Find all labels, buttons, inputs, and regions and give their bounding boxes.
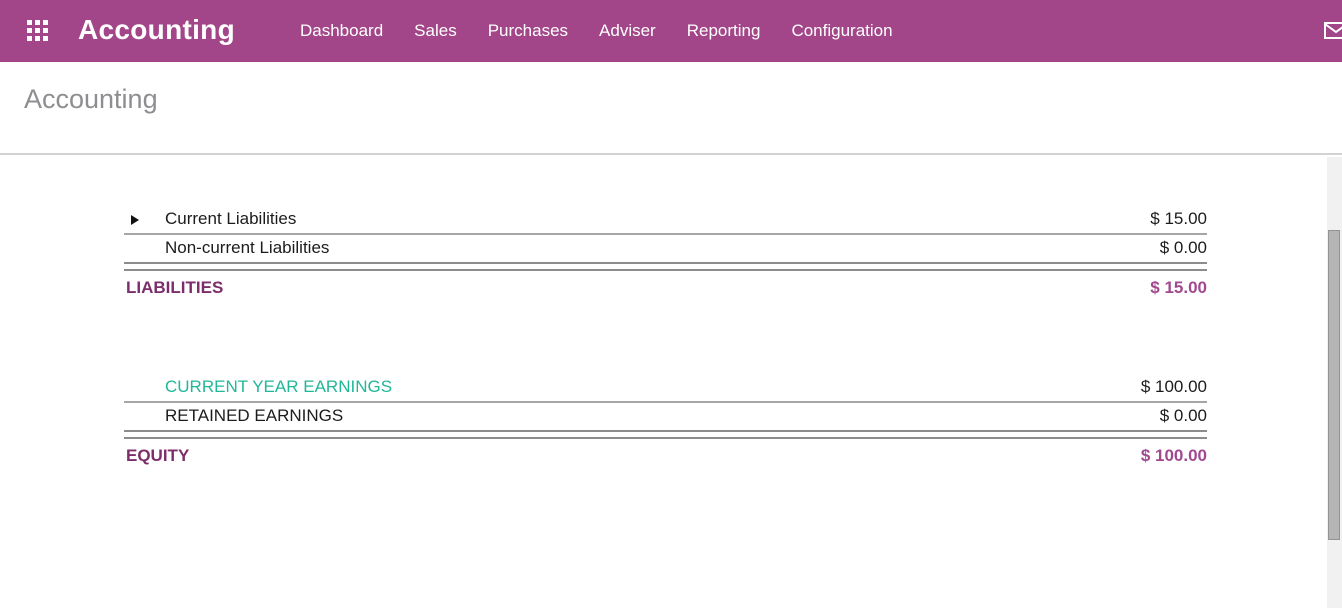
report-content: Current Liabilities $ 15.00 Non-current … bbox=[0, 155, 1342, 608]
report-row-liabilities-total: LIABILITIES $ 15.00 bbox=[124, 271, 1207, 302]
report-section-equity: CURRENT YEAR EARNINGS $ 100.00 RETAINED … bbox=[124, 374, 1207, 470]
apps-grid-icon[interactable] bbox=[27, 20, 50, 43]
double-rule-divider bbox=[124, 430, 1207, 439]
report-row-current-year-earnings: CURRENT YEAR EARNINGS $ 100.00 bbox=[124, 374, 1207, 403]
expand-caret-icon[interactable] bbox=[131, 215, 139, 225]
account-line-label: CURRENT YEAR EARNINGS bbox=[124, 377, 392, 397]
vertical-scrollbar-thumb[interactable] bbox=[1328, 230, 1340, 540]
nav-item-reporting[interactable]: Reporting bbox=[687, 21, 761, 41]
total-line-value: $ 15.00 bbox=[1150, 278, 1207, 298]
vertical-scrollbar-track[interactable] bbox=[1327, 157, 1342, 608]
report-row-equity-total: EQUITY $ 100.00 bbox=[124, 439, 1207, 470]
report-section-liabilities: Current Liabilities $ 15.00 Non-current … bbox=[124, 206, 1207, 302]
nav-item-adviser[interactable]: Adviser bbox=[599, 21, 656, 41]
account-line-value: $ 0.00 bbox=[1160, 238, 1207, 258]
account-line-label: Non-current Liabilities bbox=[124, 238, 329, 258]
report-row-noncurrent-liabilities: Non-current Liabilities $ 0.00 bbox=[124, 235, 1207, 262]
double-rule-divider bbox=[124, 262, 1207, 271]
account-line-label: RETAINED EARNINGS bbox=[124, 406, 343, 426]
report-row-retained-earnings: RETAINED EARNINGS $ 0.00 bbox=[124, 403, 1207, 430]
main-nav: Dashboard Sales Purchases Adviser Report… bbox=[300, 0, 893, 62]
total-line-label: LIABILITIES bbox=[124, 278, 223, 298]
nav-item-purchases[interactable]: Purchases bbox=[488, 21, 568, 41]
nav-item-dashboard[interactable]: Dashboard bbox=[300, 21, 383, 41]
envelope-icon[interactable] bbox=[1324, 22, 1342, 39]
nav-item-sales[interactable]: Sales bbox=[414, 21, 457, 41]
main-header: Accounting Dashboard Sales Purchases Adv… bbox=[0, 0, 1342, 62]
app-title: Accounting bbox=[78, 14, 235, 46]
nav-item-configuration[interactable]: Configuration bbox=[791, 21, 892, 41]
breadcrumb-bar: Accounting bbox=[0, 62, 1342, 155]
total-line-value: $ 100.00 bbox=[1141, 446, 1207, 466]
account-line-label[interactable]: Current Liabilities bbox=[124, 209, 296, 229]
page-title: Accounting bbox=[24, 84, 158, 115]
account-line-value: $ 15.00 bbox=[1150, 209, 1207, 229]
account-line-value: $ 100.00 bbox=[1141, 377, 1207, 397]
account-line-value: $ 0.00 bbox=[1160, 406, 1207, 426]
total-line-label: EQUITY bbox=[124, 446, 189, 466]
report-row-current-liabilities: Current Liabilities $ 15.00 bbox=[124, 206, 1207, 235]
balance-sheet-report: Current Liabilities $ 15.00 Non-current … bbox=[124, 206, 1207, 470]
